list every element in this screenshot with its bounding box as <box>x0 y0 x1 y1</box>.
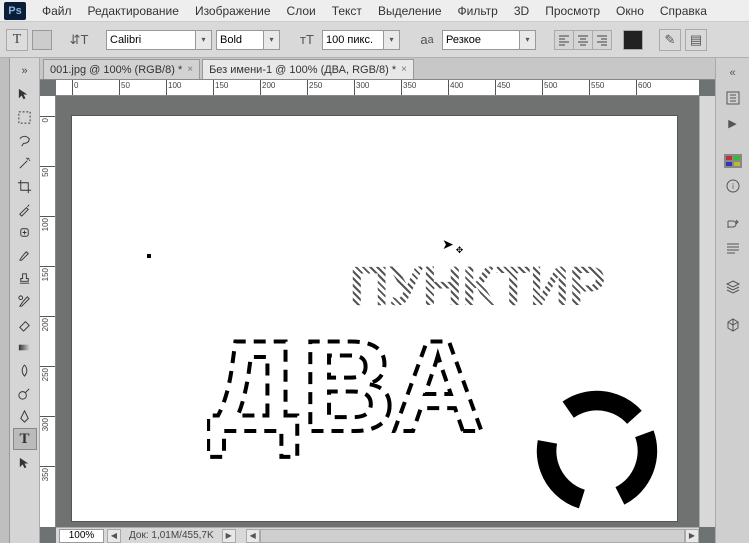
antialias-icon: aa <box>416 29 438 51</box>
align-center-button[interactable] <box>573 30 593 50</box>
menu-type[interactable]: Текст <box>324 2 370 20</box>
right-dock: « ▶ i <box>715 58 749 543</box>
document-info: Док: 1,01M/455,7K <box>121 530 222 541</box>
ruler-vertical[interactable]: 050100150200250300350 <box>40 96 56 527</box>
blur-tool[interactable] <box>13 359 37 381</box>
canvas-text-dva: ДВА <box>207 311 567 474</box>
font-size-field[interactable] <box>322 30 384 50</box>
info-menu-button[interactable]: ▶ <box>222 529 236 543</box>
history-panel-icon[interactable] <box>720 87 746 109</box>
menu-bar: Ps Файл Редактирование Изображение Слои … <box>0 0 749 22</box>
stamp-tool[interactable] <box>13 267 37 289</box>
canvas-circle <box>527 381 667 521</box>
main-area: » T 001.jpg @ 100% (RGB/8) * × Без имени… <box>0 58 749 543</box>
svg-text:ДВА: ДВА <box>207 313 487 459</box>
canvas[interactable]: ПУНКТИР ДВА ➤ <box>72 116 677 521</box>
options-bar: T ⇵T тT aa ✎ ▤ <box>0 22 749 58</box>
path-select-tool[interactable] <box>13 451 37 473</box>
character-panel-icon[interactable] <box>720 213 746 235</box>
font-style-select[interactable] <box>216 30 280 50</box>
move-tool[interactable] <box>13 83 37 105</box>
layers-panel-icon[interactable] <box>720 276 746 298</box>
history-brush-tool[interactable] <box>13 290 37 312</box>
canvas-viewport[interactable]: ПУНКТИР ДВА ➤ <box>56 96 699 527</box>
wand-tool[interactable] <box>13 152 37 174</box>
font-family-select[interactable] <box>106 30 212 50</box>
font-style-field[interactable] <box>216 30 264 50</box>
app-logo: Ps <box>4 2 26 20</box>
actions-panel-icon[interactable]: ▶ <box>720 112 746 134</box>
gradient-tool[interactable] <box>13 336 37 358</box>
type-tool[interactable]: T <box>13 428 37 450</box>
eraser-tool[interactable] <box>13 313 37 335</box>
dodge-tool[interactable] <box>13 382 37 404</box>
color-panel-icon[interactable] <box>720 150 746 172</box>
font-size-select[interactable] <box>322 30 400 50</box>
scroll-right-button[interactable]: ▶ <box>685 529 699 543</box>
scroll-left-button[interactable]: ◀ <box>246 529 260 543</box>
text-align-group <box>555 30 612 50</box>
tool-preset-icon[interactable]: T <box>6 29 28 51</box>
text-orientation-icon[interactable]: ⇵T <box>68 29 90 51</box>
close-icon[interactable]: × <box>401 64 407 75</box>
properties-panel-icon[interactable]: i <box>720 175 746 197</box>
close-icon[interactable]: × <box>187 64 193 75</box>
menu-filter[interactable]: Фильтр <box>450 2 506 20</box>
canvas-text-punktir: ПУНКТИР <box>349 253 605 318</box>
scrollbar-vertical[interactable] <box>699 96 715 527</box>
zoom-field[interactable] <box>59 529 104 543</box>
menu-view[interactable]: Просмотр <box>537 2 608 20</box>
3d-panel-icon[interactable] <box>720 314 746 336</box>
character-panel-icon[interactable]: ▤ <box>685 29 707 51</box>
tool-panel: » T <box>10 58 40 543</box>
antialias-dropdown[interactable] <box>520 30 536 50</box>
paragraph-panel-icon[interactable] <box>720 238 746 260</box>
antialias-field[interactable] <box>442 30 520 50</box>
document-tab[interactable]: Без имени-1 @ 100% (ДВА, RGB/8) * × <box>202 59 414 79</box>
scroll-left-button[interactable]: ◀ <box>107 529 121 543</box>
antialias-select[interactable] <box>442 30 536 50</box>
collapse-dock-icon[interactable]: « <box>720 62 746 84</box>
font-family-field[interactable] <box>106 30 196 50</box>
document-area: 001.jpg @ 100% (RGB/8) * × Без имени-1 @… <box>40 58 715 543</box>
document-tabs: 001.jpg @ 100% (RGB/8) * × Без имени-1 @… <box>40 58 715 80</box>
left-collapsed-dock[interactable] <box>0 58 10 543</box>
cursor-icon: ➤ <box>442 236 461 253</box>
lasso-tool[interactable] <box>13 129 37 151</box>
collapse-icon[interactable]: » <box>13 60 37 82</box>
menu-layer[interactable]: Слои <box>279 2 324 20</box>
menu-help[interactable]: Справка <box>652 2 715 20</box>
ruler-horizontal[interactable]: 050100150200250300350400450500550600 <box>56 80 699 96</box>
eyedropper-tool[interactable] <box>13 198 37 220</box>
crop-tool[interactable] <box>13 175 37 197</box>
svg-text:i: i <box>732 182 734 191</box>
font-style-dropdown[interactable] <box>264 30 280 50</box>
font-family-dropdown[interactable] <box>196 30 212 50</box>
brush-tool[interactable] <box>13 244 37 266</box>
canvas-dot <box>147 254 151 258</box>
menu-image[interactable]: Изображение <box>187 2 279 20</box>
tab-label: 001.jpg @ 100% (RGB/8) * <box>50 64 182 76</box>
text-color-swatch[interactable] <box>623 30 643 50</box>
align-right-button[interactable] <box>592 30 612 50</box>
status-bar: ◀ Док: 1,01M/455,7K ▶ ◀ ▶ <box>56 527 699 543</box>
tool-preset-picker[interactable] <box>32 30 52 50</box>
menu-select[interactable]: Выделение <box>370 2 450 20</box>
document-tab[interactable]: 001.jpg @ 100% (RGB/8) * × <box>43 59 200 79</box>
menu-file[interactable]: Файл <box>34 2 80 20</box>
scrollbar-horizontal[interactable] <box>260 529 685 543</box>
align-left-button[interactable] <box>554 30 574 50</box>
menu-window[interactable]: Окно <box>608 2 652 20</box>
font-size-icon: тT <box>296 29 318 51</box>
menu-3d[interactable]: 3D <box>506 2 537 20</box>
font-size-dropdown[interactable] <box>384 30 400 50</box>
tab-label: Без имени-1 @ 100% (ДВА, RGB/8) * <box>209 64 396 76</box>
heal-tool[interactable] <box>13 221 37 243</box>
warp-text-icon[interactable]: ✎ <box>659 29 681 51</box>
pen-tool[interactable] <box>13 405 37 427</box>
menu-edit[interactable]: Редактирование <box>80 2 187 20</box>
marquee-tool[interactable] <box>13 106 37 128</box>
